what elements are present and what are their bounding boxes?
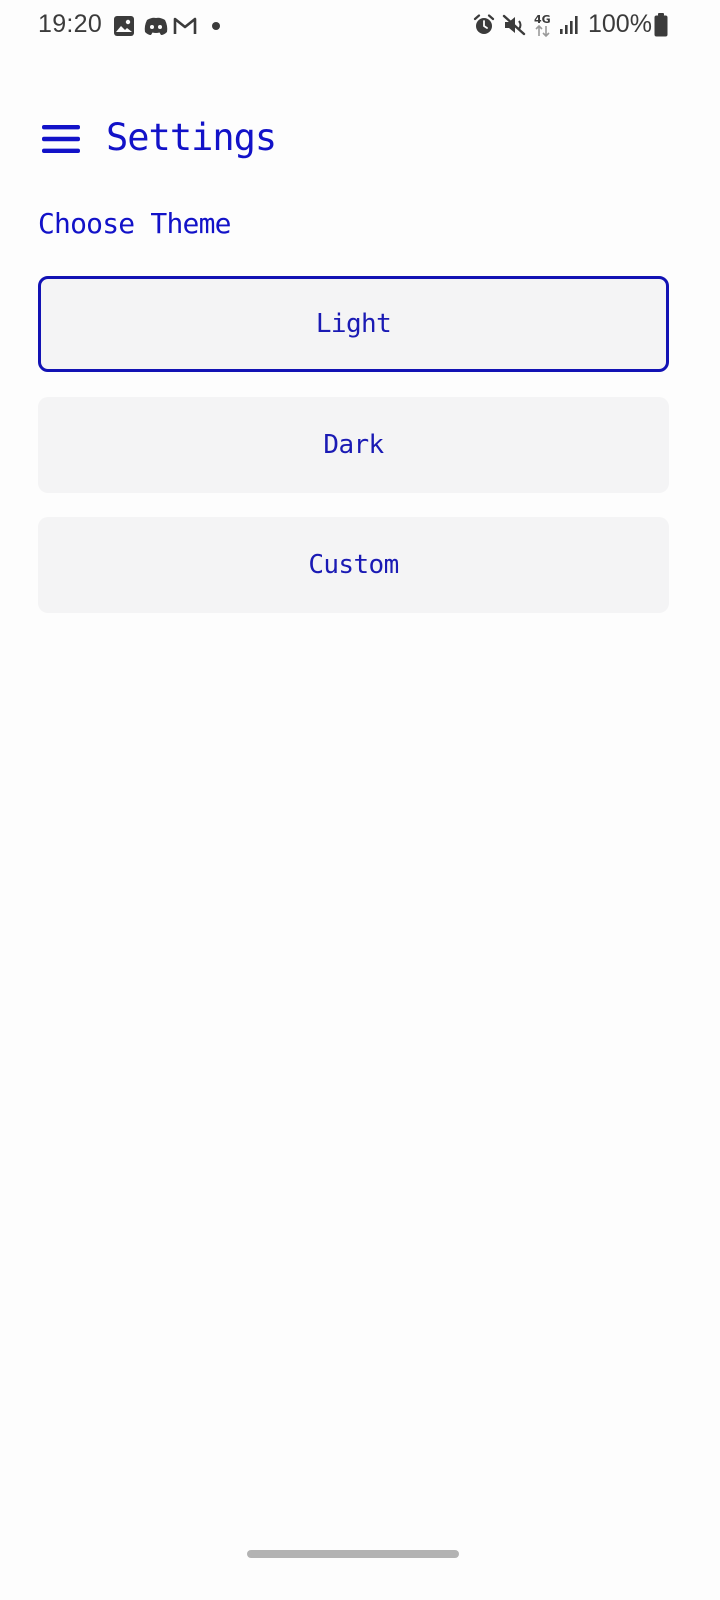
theme-option-dark[interactable]: Dark bbox=[38, 397, 669, 493]
network-4g-icon: 4G bbox=[534, 13, 551, 38]
menu-button[interactable] bbox=[30, 110, 92, 168]
discord-icon bbox=[144, 17, 168, 35]
menu-icon bbox=[42, 125, 80, 153]
dot-icon bbox=[212, 22, 220, 30]
status-time: 19:20 bbox=[38, 10, 103, 38]
choose-theme-label: Choose Theme bbox=[38, 207, 232, 240]
theme-option-light[interactable]: Light bbox=[38, 276, 669, 372]
page-title: Settings bbox=[106, 116, 277, 159]
gmail-icon bbox=[173, 17, 197, 34]
home-indicator[interactable] bbox=[247, 1550, 459, 1558]
theme-option-label: Light bbox=[315, 309, 392, 339]
signal-icon bbox=[560, 16, 578, 34]
battery-percent: 100% bbox=[588, 10, 652, 38]
alarm-icon bbox=[473, 14, 495, 34]
theme-option-custom[interactable]: Custom bbox=[38, 517, 669, 613]
app-bar: Settings bbox=[0, 100, 720, 184]
mute-icon bbox=[502, 14, 526, 36]
status-bar: 19:20 4G 100% bbox=[0, 0, 720, 56]
theme-option-label: Custom bbox=[308, 550, 399, 580]
svg-text:4G: 4G bbox=[534, 13, 551, 26]
battery-icon bbox=[654, 13, 668, 37]
theme-option-label: Dark bbox=[323, 430, 384, 460]
gallery-icon bbox=[114, 16, 134, 36]
